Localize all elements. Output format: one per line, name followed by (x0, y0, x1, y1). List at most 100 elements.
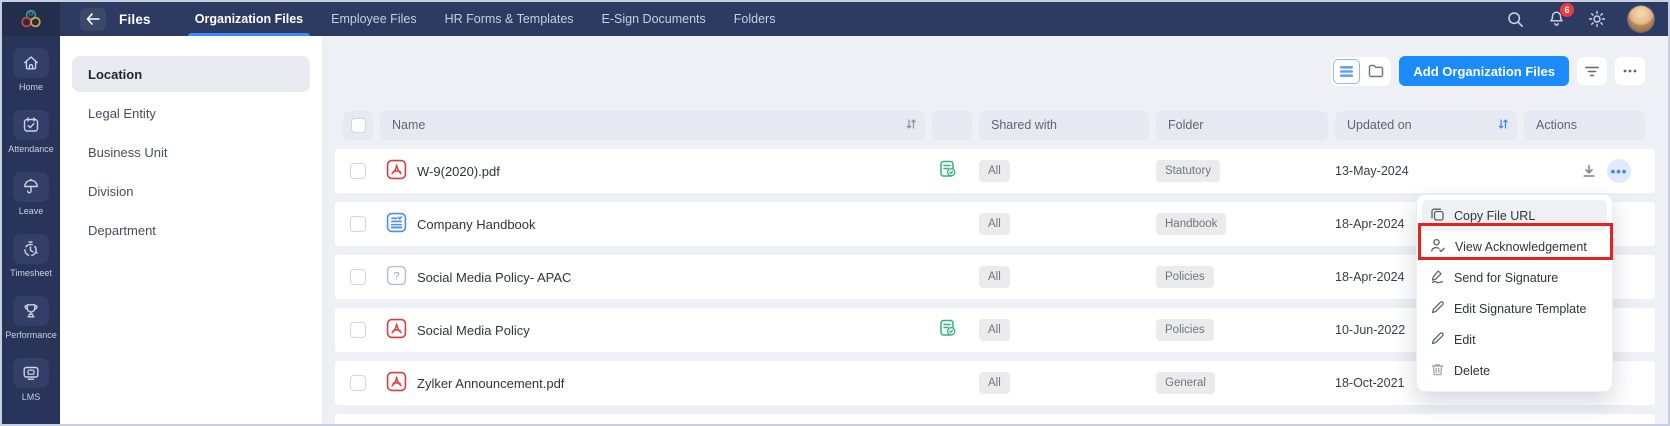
content-toolbar: Add Organization Files (335, 36, 1655, 106)
search-icon[interactable] (1505, 9, 1525, 29)
folder-view-icon[interactable] (1362, 59, 1389, 84)
panel-item-legal-entity[interactable]: Legal Entity (72, 95, 310, 131)
module-sidebar: Home Attendance Leave Timesheet Performa… (2, 36, 60, 424)
sort-icon[interactable] (905, 118, 917, 133)
column-header-actions: Actions (1524, 110, 1645, 140)
shared-with-badge: All (979, 319, 1010, 341)
app-logo[interactable] (2, 2, 60, 36)
tab-hr-forms-templates[interactable]: HR Forms & Templates (431, 2, 588, 36)
row-checkbox[interactable] (350, 322, 366, 338)
add-organization-files-button[interactable]: Add Organization Files (1399, 56, 1569, 86)
panel-item-location[interactable]: Location (72, 56, 310, 92)
folder-badge: Handbook (1156, 213, 1227, 235)
performance-icon (13, 296, 49, 326)
panel-item-department[interactable]: Department (72, 212, 310, 248)
menu-item-label: Copy File URL (1454, 208, 1536, 223)
menu-item-copy-file-url[interactable]: Copy File URL (1422, 200, 1607, 231)
column-header-updated-on[interactable]: Updated on (1335, 110, 1517, 140)
trash-icon (1430, 362, 1445, 380)
row-checkbox[interactable] (350, 269, 366, 285)
folder-badge: Statutory (1156, 160, 1221, 182)
shared-with-badge: All (979, 372, 1010, 394)
menu-item-label: Edit (1454, 332, 1476, 347)
home-icon (13, 48, 49, 78)
shared-with-badge: All (979, 213, 1010, 235)
list-view-icon[interactable] (1333, 58, 1361, 84)
row-more-icon[interactable]: ••• (1607, 159, 1631, 183)
acknowledgement-icon[interactable] (938, 318, 958, 343)
folder-badge: General (1156, 372, 1215, 394)
column-header-folder: Folder (1156, 110, 1328, 140)
sidebar-item-leave[interactable]: Leave (2, 172, 60, 234)
tab-bar: Organization Files Employee Files HR Forms… (181, 2, 790, 36)
file-name[interactable]: Social Media Policy (417, 323, 530, 338)
sidebar-item-label: LMS (21, 392, 41, 402)
tab-organization-files[interactable]: Organization Files (181, 2, 317, 36)
sidebar-item-home[interactable]: Home (2, 48, 60, 110)
shared-with-badge: All (979, 160, 1010, 182)
sort-icon-active[interactable] (1497, 118, 1509, 133)
settings-gear-icon[interactable] (1587, 9, 1607, 29)
menu-item-send-for-signature[interactable]: Send for Signature (1422, 262, 1607, 293)
view-toggle (1331, 56, 1392, 86)
tab-folders[interactable]: Folders (720, 2, 790, 36)
menu-item-view-acknowledgement[interactable]: View Acknowledgement (1422, 231, 1607, 262)
row-checkbox[interactable] (350, 163, 366, 179)
unknown-file-icon: ? (386, 265, 407, 289)
sidebar-item-timesheet[interactable]: Timesheet (2, 234, 60, 296)
row-checkbox[interactable] (350, 216, 366, 232)
table-row-partial (335, 414, 1655, 424)
menu-item-label: Delete (1454, 363, 1491, 378)
panel-item-division[interactable]: Division (72, 173, 310, 209)
category-panel: Location Legal Entity Business Unit Divisio… (60, 36, 322, 424)
column-header-shared-with: Shared with (979, 110, 1149, 140)
attendance-icon (13, 110, 49, 140)
copy-icon (1430, 207, 1445, 225)
user-avatar[interactable] (1628, 6, 1654, 32)
menu-item-edit-signature-template[interactable]: Edit Signature Template (1422, 293, 1607, 324)
sidebar-item-attendance[interactable]: Attendance (2, 110, 60, 172)
panel-item-business-unit[interactable]: Business Unit (72, 134, 310, 170)
sidebar-item-label: Timesheet (10, 268, 52, 278)
menu-item-label: View Acknowledgement (1455, 239, 1587, 254)
shared-with-badge: All (979, 266, 1010, 288)
filter-icon[interactable] (1577, 57, 1607, 85)
sidebar-item-label: Home (18, 82, 43, 92)
folder-badge: Policies (1156, 266, 1214, 288)
updated-on-date: 13-May-2024 (1335, 164, 1409, 178)
file-name[interactable]: W-9(2020).pdf (417, 164, 500, 179)
notification-count-badge: 6 (1560, 3, 1574, 17)
file-name[interactable]: Company Handbook (417, 217, 536, 232)
pdf-icon (386, 159, 407, 183)
app-window: Files Organization Files Employee Files HR… (0, 0, 1670, 426)
column-header-name[interactable]: Name (380, 110, 925, 140)
file-name[interactable]: Zylker Announcement.pdf (417, 376, 564, 391)
pdf-icon (386, 318, 407, 342)
column-header-status (932, 110, 972, 140)
zoho-people-logo-icon (21, 9, 41, 28)
pencil-icon (1430, 331, 1445, 349)
more-options-icon[interactable] (1615, 57, 1645, 85)
download-icon[interactable] (1581, 163, 1597, 179)
sidebar-item-label: Leave (18, 206, 44, 216)
table-header: Name Shared with Folder Updated on Actio… (335, 110, 1655, 140)
acknowledgement-icon[interactable] (938, 159, 958, 184)
file-name[interactable]: Social Media Policy- APAC (417, 270, 571, 285)
pdf-icon (386, 371, 407, 395)
menu-item-edit[interactable]: Edit (1422, 324, 1607, 355)
menu-item-delete[interactable]: Delete (1422, 355, 1607, 386)
page-title: Files (119, 11, 151, 27)
sidebar-item-label: Attendance (8, 144, 54, 154)
select-all-checkbox[interactable] (343, 110, 373, 140)
timesheet-icon (13, 234, 49, 264)
tab-employee-files[interactable]: Employee Files (317, 2, 430, 36)
sidebar-item-lms[interactable]: LMS (2, 358, 60, 420)
back-button[interactable] (80, 7, 106, 31)
row-checkbox[interactable] (350, 375, 366, 391)
notifications-bell-icon[interactable]: 6 (1546, 3, 1574, 29)
tab-e-sign-documents[interactable]: E-Sign Documents (588, 2, 720, 36)
menu-item-label: Send for Signature (1454, 270, 1559, 285)
sidebar-item-label: Performance (5, 330, 57, 340)
table-row[interactable]: W-9(2020).pdf All Statutory 13-May-2024 … (335, 149, 1655, 193)
sidebar-item-performance[interactable]: Performance (2, 296, 60, 358)
